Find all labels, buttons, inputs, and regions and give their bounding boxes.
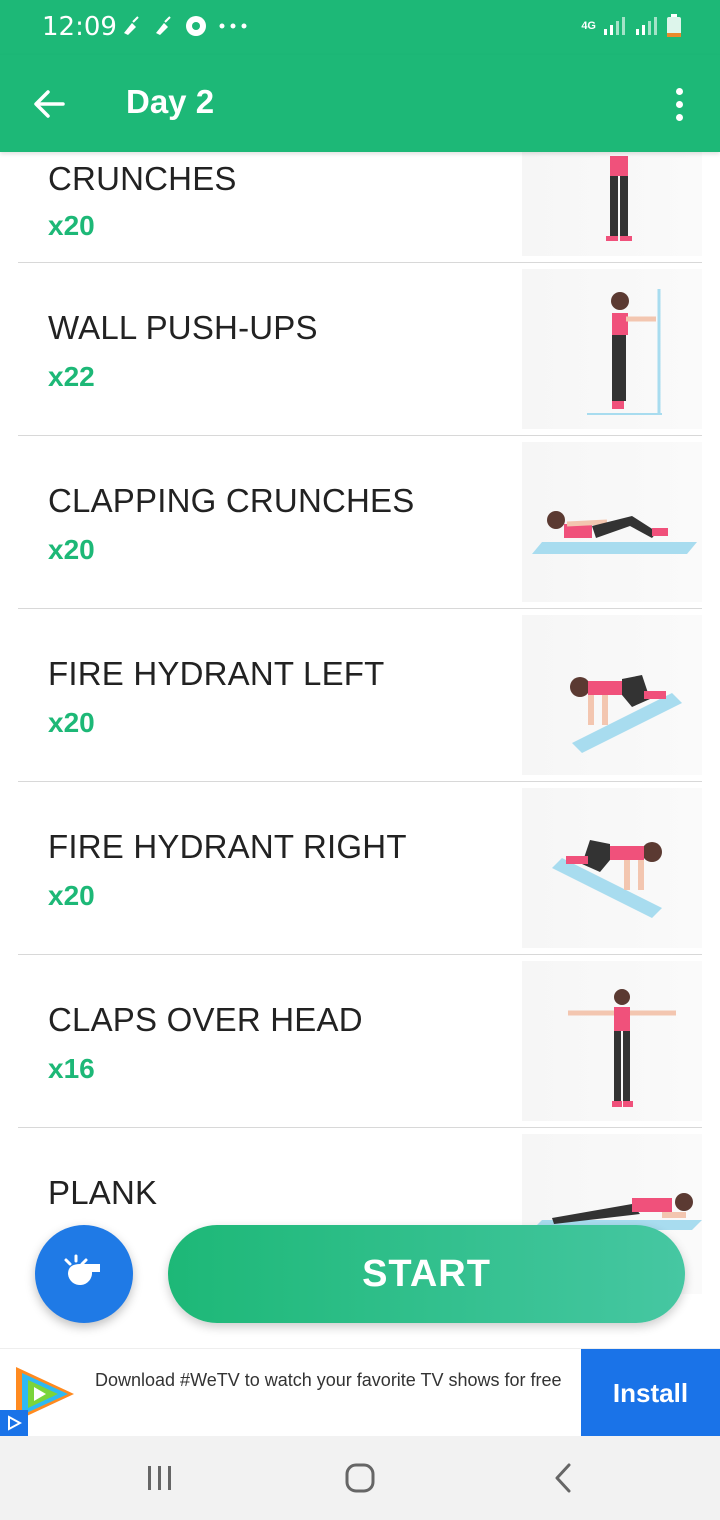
system-icons: 4G	[581, 14, 682, 38]
broom-icon	[124, 16, 139, 35]
system-nav-bar	[0, 1436, 720, 1520]
more-vert-icon	[675, 87, 683, 95]
exercise-reps: x20	[48, 707, 95, 738]
nav-back-button[interactable]	[538, 1458, 588, 1498]
exercise-image	[522, 442, 702, 602]
broom-icon	[156, 16, 171, 35]
wall-pushup-figure-icon	[587, 289, 662, 415]
install-button[interactable]: Install	[581, 1349, 720, 1437]
exercise-image	[522, 152, 702, 256]
exercise-image	[522, 269, 702, 429]
exercise-name: CLAPPING CRUNCHES	[48, 482, 415, 519]
exercise-name: CLAPS OVER HEAD	[48, 1001, 363, 1038]
standing-figure-icon	[606, 156, 632, 241]
exercise-image	[522, 788, 702, 948]
exercise-name: FIRE HYDRANT RIGHT	[48, 828, 407, 865]
list-item[interactable]: CRUNCHES x20	[0, 152, 720, 263]
exercise-list[interactable]: CRUNCHES x20 WALL PUSH-UPS x22 CLAPPING …	[0, 152, 720, 1348]
coach-button[interactable]	[35, 1225, 133, 1323]
list-item[interactable]: CLAPPING CRUNCHES x20	[0, 436, 720, 609]
status-bar: 12:09 4G	[0, 0, 720, 55]
exercise-name: PLANK	[48, 1174, 158, 1211]
arrow-left-icon	[34, 90, 65, 118]
exercise-name: WALL PUSH-UPS	[48, 309, 318, 346]
signal-icon	[604, 17, 625, 35]
app-bar: Day 2	[0, 55, 720, 152]
whistle-icon	[64, 1254, 100, 1286]
exercise-reps: x20	[48, 534, 95, 565]
more-options-button[interactable]	[656, 79, 702, 129]
nav-back-icon	[555, 1463, 571, 1493]
exercise-reps: x22	[48, 361, 95, 392]
signal-icon	[636, 17, 657, 35]
network-type: 4G	[581, 19, 596, 32]
home-button[interactable]	[335, 1458, 385, 1498]
list-item[interactable]: FIRE HYDRANT RIGHT x20	[0, 782, 720, 955]
arms-out-figure-icon	[568, 989, 676, 1107]
ad-text: Download #WeTV to watch your favorite TV…	[95, 1370, 562, 1390]
exercise-image	[522, 615, 702, 775]
start-button[interactable]: START	[168, 1225, 685, 1323]
battery-icon	[667, 14, 681, 37]
lying-figure-icon	[532, 511, 697, 554]
ad-choices-icon[interactable]	[0, 1410, 28, 1436]
back-button[interactable]	[22, 77, 76, 131]
ad-banner[interactable]: Download #WeTV to watch your favorite TV…	[0, 1348, 720, 1437]
exercise-reps: x20	[48, 210, 95, 241]
recents-icon	[148, 1466, 171, 1490]
kneeling-figure-icon	[570, 675, 682, 753]
recents-button[interactable]	[135, 1458, 185, 1498]
home-icon	[345, 1463, 375, 1493]
more-dots-icon	[219, 23, 247, 29]
exercise-name: CRUNCHES	[48, 160, 237, 197]
list-item[interactable]: WALL PUSH-UPS x22	[0, 263, 720, 436]
notification-icons	[120, 14, 248, 38]
list-item[interactable]: CLAPS OVER HEAD x16	[0, 955, 720, 1128]
exercise-image	[522, 961, 702, 1121]
chrome-icon	[186, 16, 206, 36]
exercise-reps: x16	[48, 1053, 95, 1084]
exercise-name: FIRE HYDRANT LEFT	[48, 655, 385, 692]
status-time: 12:09	[42, 12, 117, 42]
kneeling-figure-icon	[552, 840, 662, 918]
exercise-reps: x20	[48, 880, 95, 911]
list-item[interactable]: FIRE HYDRANT LEFT x20	[0, 609, 720, 782]
page-title: Day 2	[126, 83, 215, 120]
